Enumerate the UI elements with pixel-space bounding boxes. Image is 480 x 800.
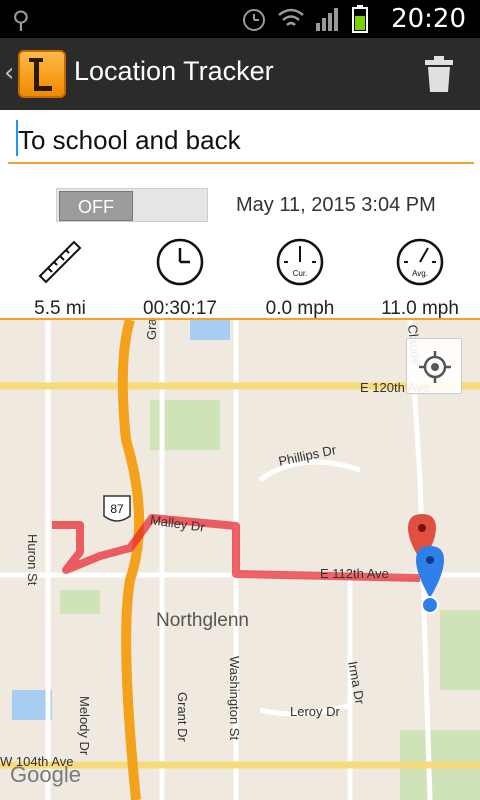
trip-name-input[interactable] bbox=[8, 118, 474, 164]
map-view[interactable]: 87 E 120th Ave Grant St Phillips Dr Huro… bbox=[0, 320, 480, 800]
my-location-button[interactable] bbox=[406, 338, 462, 394]
crosshair-icon bbox=[419, 351, 451, 383]
highway-shield: 87 bbox=[103, 495, 131, 522]
stat-distance: 5.5 mi bbox=[0, 236, 120, 320]
speedometer-label: Cur. bbox=[293, 269, 308, 278]
road-label: Huron St bbox=[25, 534, 40, 586]
trip-date: May 11, 2015 3:04 PM bbox=[236, 194, 436, 216]
trash-icon[interactable] bbox=[424, 54, 454, 94]
ruler-icon bbox=[38, 240, 82, 284]
highway-road bbox=[117, 320, 145, 800]
speedometer-icon: Cur. bbox=[276, 238, 324, 286]
stat-duration: 00:30:17 bbox=[120, 236, 240, 320]
duration-value: 00:30:17 bbox=[143, 298, 217, 319]
road-label: E 112th Ave bbox=[320, 566, 389, 581]
road-label: Grant Dr bbox=[175, 692, 190, 742]
status-icons bbox=[240, 4, 370, 34]
distance-value: 5.5 mi bbox=[34, 298, 86, 319]
status-time: 20:20 bbox=[391, 4, 466, 34]
wifi-icon bbox=[278, 8, 304, 26]
park-area bbox=[440, 610, 480, 690]
back-chevron-icon[interactable]: ‹ bbox=[4, 58, 14, 88]
park-area bbox=[60, 590, 100, 614]
current-speed-value: 0.0 mph bbox=[265, 298, 335, 319]
highway-shield-number: 87 bbox=[110, 502, 124, 516]
speedometer-label: Avg. bbox=[412, 269, 428, 278]
current-location-pin[interactable] bbox=[416, 546, 444, 614]
usb-icon: ⚲ bbox=[12, 6, 30, 34]
road-label: Melody Dr bbox=[77, 696, 92, 756]
speedometer-icon: Avg. bbox=[396, 238, 444, 286]
app-logo-glyph bbox=[29, 58, 52, 91]
road-label: Washington St bbox=[227, 656, 242, 741]
average-speed-value: 11.0 mph bbox=[381, 298, 459, 319]
road-label: Grant St bbox=[144, 320, 159, 340]
stat-average-speed: Avg. 11.0 mph bbox=[360, 236, 480, 320]
toggle-label: OFF bbox=[59, 191, 133, 221]
tracking-toggle[interactable]: OFF bbox=[56, 188, 208, 222]
google-attribution: Google bbox=[10, 762, 81, 787]
city-label: Northglenn bbox=[156, 610, 249, 631]
text-cursor bbox=[16, 120, 18, 156]
app-logo[interactable] bbox=[18, 50, 66, 98]
status-bar: ⚲ 20:20 bbox=[0, 0, 480, 38]
alarm-icon bbox=[243, 9, 265, 31]
battery-icon bbox=[352, 5, 368, 33]
water-area bbox=[190, 320, 230, 340]
road-label: Leroy Dr bbox=[290, 704, 340, 719]
action-bar: ‹ Location Tracker bbox=[0, 38, 480, 110]
signal-icon bbox=[316, 8, 338, 31]
app-title: Location Tracker bbox=[74, 56, 274, 86]
clock-icon bbox=[156, 238, 204, 286]
stat-current-speed: Cur. 0.0 mph bbox=[240, 236, 360, 320]
